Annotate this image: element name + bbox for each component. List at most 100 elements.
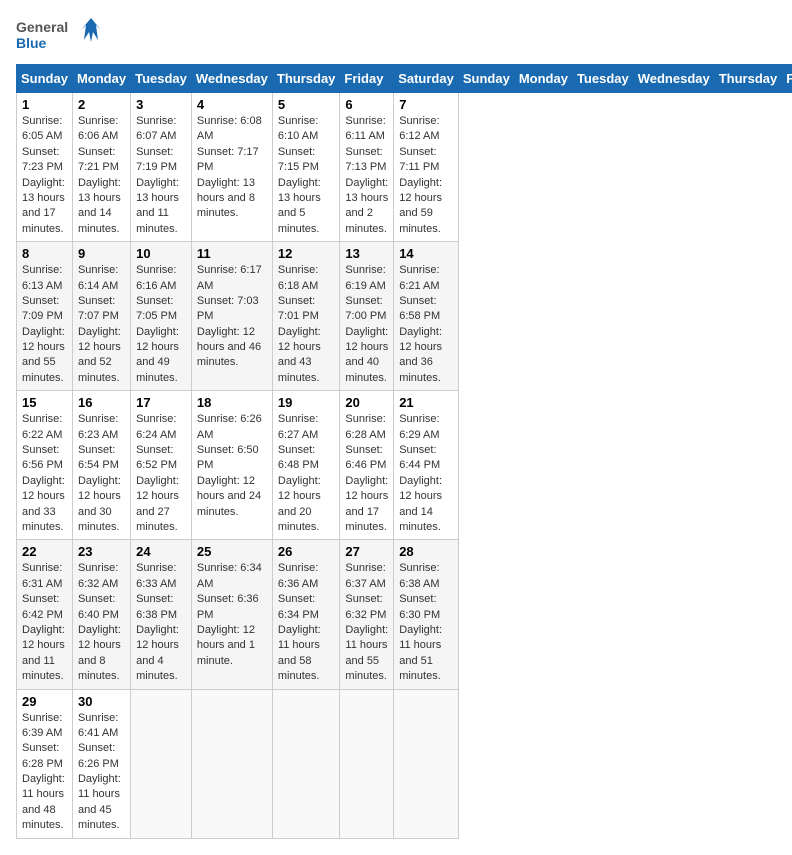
calendar-day-cell: 12 Sunrise: 6:18 AM Sunset: 7:01 PM Dayl…	[272, 242, 340, 391]
calendar-day-cell: 28 Sunrise: 6:38 AM Sunset: 6:30 PM Dayl…	[394, 540, 459, 689]
day-info: Sunrise: 6:26 AM Sunset: 6:50 PM Dayligh…	[197, 412, 267, 520]
day-info: Sunrise: 6:36 AM Sunset: 6:34 PM Dayligh…	[278, 561, 335, 684]
day-number: 9	[78, 246, 125, 261]
day-number: 21	[399, 395, 453, 410]
day-number: 6	[345, 97, 388, 112]
day-number: 11	[197, 246, 267, 261]
day-info: Sunrise: 6:28 AM Sunset: 6:46 PM Dayligh…	[345, 412, 388, 535]
calendar-day-cell: 16 Sunrise: 6:23 AM Sunset: 6:54 PM Dayl…	[72, 391, 130, 540]
calendar-day-cell: 18 Sunrise: 6:26 AM Sunset: 6:50 PM Dayl…	[191, 391, 272, 540]
day-info: Sunrise: 6:13 AM Sunset: 7:09 PM Dayligh…	[22, 263, 67, 386]
day-number: 22	[22, 544, 67, 559]
calendar-day-cell: 3 Sunrise: 6:07 AM Sunset: 7:19 PM Dayli…	[131, 93, 192, 242]
day-info: Sunrise: 6:29 AM Sunset: 6:44 PM Dayligh…	[399, 412, 453, 535]
page-header: General Blue	[16, 16, 776, 56]
header-thursday: Thursday	[272, 65, 340, 93]
day-info: Sunrise: 6:10 AM Sunset: 7:15 PM Dayligh…	[278, 114, 335, 237]
calendar-day-cell: 9 Sunrise: 6:14 AM Sunset: 7:07 PM Dayli…	[72, 242, 130, 391]
day-info: Sunrise: 6:17 AM Sunset: 7:03 PM Dayligh…	[197, 263, 267, 371]
day-number: 20	[345, 395, 388, 410]
day-info: Sunrise: 6:31 AM Sunset: 6:42 PM Dayligh…	[22, 561, 67, 684]
logo-svg: General Blue	[16, 16, 106, 56]
header-monday: Monday	[514, 65, 572, 93]
calendar-day-cell: 19 Sunrise: 6:27 AM Sunset: 6:48 PM Dayl…	[272, 391, 340, 540]
day-number: 2	[78, 97, 125, 112]
header-sunday: Sunday	[17, 65, 73, 93]
day-number: 30	[78, 694, 125, 709]
calendar-day-cell	[272, 689, 340, 838]
day-info: Sunrise: 6:11 AM Sunset: 7:13 PM Dayligh…	[345, 114, 388, 237]
calendar-day-cell: 11 Sunrise: 6:17 AM Sunset: 7:03 PM Dayl…	[191, 242, 272, 391]
calendar-day-cell: 13 Sunrise: 6:19 AM Sunset: 7:00 PM Dayl…	[340, 242, 394, 391]
calendar-day-cell	[191, 689, 272, 838]
day-number: 14	[399, 246, 453, 261]
day-number: 24	[136, 544, 186, 559]
day-number: 18	[197, 395, 267, 410]
calendar-day-cell: 5 Sunrise: 6:10 AM Sunset: 7:15 PM Dayli…	[272, 93, 340, 242]
svg-text:Blue: Blue	[16, 35, 47, 51]
calendar-week-row: 15 Sunrise: 6:22 AM Sunset: 6:56 PM Dayl…	[17, 391, 792, 540]
day-info: Sunrise: 6:21 AM Sunset: 6:58 PM Dayligh…	[399, 263, 453, 386]
calendar-day-cell: 7 Sunrise: 6:12 AM Sunset: 7:11 PM Dayli…	[394, 93, 459, 242]
day-number: 12	[278, 246, 335, 261]
day-number: 16	[78, 395, 125, 410]
header-monday: Monday	[72, 65, 130, 93]
day-info: Sunrise: 6:38 AM Sunset: 6:30 PM Dayligh…	[399, 561, 453, 684]
day-number: 19	[278, 395, 335, 410]
logo: General Blue	[16, 16, 106, 56]
day-number: 28	[399, 544, 453, 559]
day-info: Sunrise: 6:06 AM Sunset: 7:21 PM Dayligh…	[78, 114, 125, 237]
day-number: 10	[136, 246, 186, 261]
day-info: Sunrise: 6:16 AM Sunset: 7:05 PM Dayligh…	[136, 263, 186, 386]
day-info: Sunrise: 6:33 AM Sunset: 6:38 PM Dayligh…	[136, 561, 186, 684]
calendar-day-cell: 6 Sunrise: 6:11 AM Sunset: 7:13 PM Dayli…	[340, 93, 394, 242]
day-number: 8	[22, 246, 67, 261]
calendar-day-cell	[394, 689, 459, 838]
day-number: 17	[136, 395, 186, 410]
calendar-day-cell: 30 Sunrise: 6:41 AM Sunset: 6:26 PM Dayl…	[72, 689, 130, 838]
day-number: 15	[22, 395, 67, 410]
day-number: 13	[345, 246, 388, 261]
calendar-day-cell	[131, 689, 192, 838]
day-info: Sunrise: 6:39 AM Sunset: 6:28 PM Dayligh…	[22, 711, 67, 834]
calendar-day-cell: 21 Sunrise: 6:29 AM Sunset: 6:44 PM Dayl…	[394, 391, 459, 540]
calendar-day-cell: 2 Sunrise: 6:06 AM Sunset: 7:21 PM Dayli…	[72, 93, 130, 242]
day-number: 23	[78, 544, 125, 559]
calendar-day-cell: 8 Sunrise: 6:13 AM Sunset: 7:09 PM Dayli…	[17, 242, 73, 391]
calendar-day-cell: 25 Sunrise: 6:34 AM Sunset: 6:36 PM Dayl…	[191, 540, 272, 689]
day-number: 3	[136, 97, 186, 112]
calendar-header-row: SundayMondayTuesdayWednesdayThursdayFrid…	[17, 65, 792, 93]
calendar-day-cell: 24 Sunrise: 6:33 AM Sunset: 6:38 PM Dayl…	[131, 540, 192, 689]
day-info: Sunrise: 6:27 AM Sunset: 6:48 PM Dayligh…	[278, 412, 335, 535]
header-tuesday: Tuesday	[572, 65, 633, 93]
day-info: Sunrise: 6:41 AM Sunset: 6:26 PM Dayligh…	[78, 711, 125, 834]
calendar-day-cell: 22 Sunrise: 6:31 AM Sunset: 6:42 PM Dayl…	[17, 540, 73, 689]
header-thursday: Thursday	[714, 65, 782, 93]
calendar-day-cell: 23 Sunrise: 6:32 AM Sunset: 6:40 PM Dayl…	[72, 540, 130, 689]
header-wednesday: Wednesday	[191, 65, 272, 93]
day-number: 7	[399, 97, 453, 112]
day-number: 1	[22, 97, 67, 112]
day-info: Sunrise: 6:07 AM Sunset: 7:19 PM Dayligh…	[136, 114, 186, 237]
day-number: 4	[197, 97, 267, 112]
day-number: 25	[197, 544, 267, 559]
day-info: Sunrise: 6:19 AM Sunset: 7:00 PM Dayligh…	[345, 263, 388, 386]
day-info: Sunrise: 6:12 AM Sunset: 7:11 PM Dayligh…	[399, 114, 453, 237]
calendar-day-cell: 26 Sunrise: 6:36 AM Sunset: 6:34 PM Dayl…	[272, 540, 340, 689]
day-info: Sunrise: 6:18 AM Sunset: 7:01 PM Dayligh…	[278, 263, 335, 386]
calendar-day-cell: 29 Sunrise: 6:39 AM Sunset: 6:28 PM Dayl…	[17, 689, 73, 838]
calendar-week-row: 29 Sunrise: 6:39 AM Sunset: 6:28 PM Dayl…	[17, 689, 792, 838]
calendar-week-row: 22 Sunrise: 6:31 AM Sunset: 6:42 PM Dayl…	[17, 540, 792, 689]
header-sunday: Sunday	[458, 65, 514, 93]
svg-text:General: General	[16, 19, 68, 35]
day-number: 26	[278, 544, 335, 559]
header-wednesday: Wednesday	[633, 65, 714, 93]
calendar-day-cell: 20 Sunrise: 6:28 AM Sunset: 6:46 PM Dayl…	[340, 391, 394, 540]
calendar-day-cell: 10 Sunrise: 6:16 AM Sunset: 7:05 PM Dayl…	[131, 242, 192, 391]
calendar-week-row: 1 Sunrise: 6:05 AM Sunset: 7:23 PM Dayli…	[17, 93, 792, 242]
calendar-day-cell: 17 Sunrise: 6:24 AM Sunset: 6:52 PM Dayl…	[131, 391, 192, 540]
day-info: Sunrise: 6:37 AM Sunset: 6:32 PM Dayligh…	[345, 561, 388, 684]
day-info: Sunrise: 6:05 AM Sunset: 7:23 PM Dayligh…	[22, 114, 67, 237]
day-info: Sunrise: 6:08 AM Sunset: 7:17 PM Dayligh…	[197, 114, 267, 222]
calendar-week-row: 8 Sunrise: 6:13 AM Sunset: 7:09 PM Dayli…	[17, 242, 792, 391]
